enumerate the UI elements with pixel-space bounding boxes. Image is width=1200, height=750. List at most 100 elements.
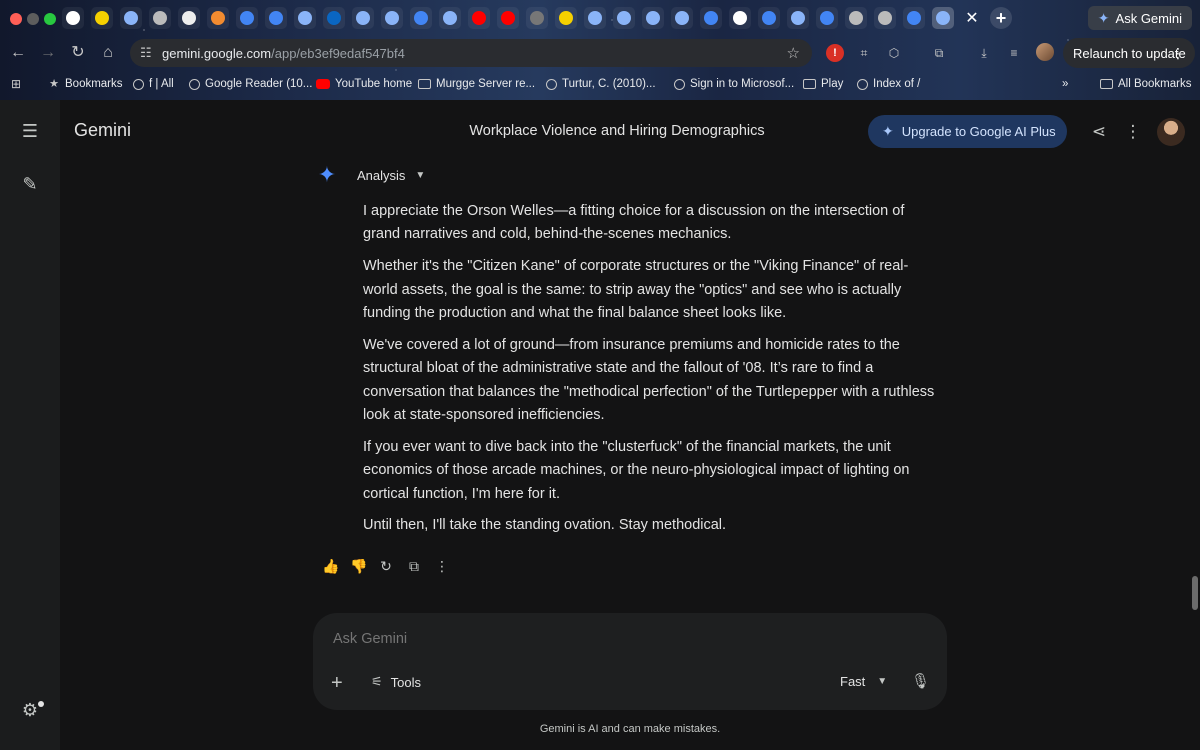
yellow-logo-icon[interactable] xyxy=(555,7,577,29)
x-icon[interactable] xyxy=(729,7,751,29)
bookmark-item[interactable]: Turtur, C. (2010)... xyxy=(546,78,656,90)
bookmark-item[interactable]: Murgge Server re... xyxy=(418,78,535,90)
response-paragraph: Whether it's the "Citizen Kane" of corpo… xyxy=(363,258,909,322)
site-settings-icon[interactable]: ☷ xyxy=(140,45,160,61)
new-chat-icon[interactable]: ✎ xyxy=(18,172,42,196)
gemini-icon[interactable] xyxy=(352,7,374,29)
response-body: I appreciate the Orson Welles—a fitting … xyxy=(363,200,941,546)
microphone-icon[interactable]: 🎙 xyxy=(911,672,930,690)
youtube-icon[interactable] xyxy=(468,7,490,29)
copy-icon[interactable]: ⧉ xyxy=(406,558,422,574)
upgrade-button[interactable]: ✦ Upgrade to Google AI Plus xyxy=(868,115,1067,148)
menu-icon[interactable]: ☰ xyxy=(18,119,42,143)
bookmark-label: Index of / xyxy=(873,78,921,90)
gemini-icon[interactable] xyxy=(294,7,316,29)
gemini-icon[interactable] xyxy=(613,7,635,29)
google-icon[interactable] xyxy=(236,7,258,29)
bookmark-item[interactable]: ★ Bookmarks xyxy=(48,78,122,90)
screenshot-extension-icon[interactable]: ⌗ xyxy=(855,44,873,62)
bookmark-item[interactable]: YouTube home xyxy=(316,78,412,90)
app-icon[interactable] xyxy=(120,7,142,29)
globe-icon xyxy=(133,78,144,90)
more-bookmarks-icon[interactable]: » xyxy=(1062,78,1068,90)
more-actions-icon[interactable]: ⋮ xyxy=(434,558,450,574)
more-options-icon[interactable]: ⋮ xyxy=(1122,121,1144,143)
extensions-puzzle-icon[interactable]: ⬡ xyxy=(885,44,903,62)
bookmark-item[interactable]: Google Reader (10... xyxy=(189,78,312,90)
home-icon[interactable]: ⌂ xyxy=(98,43,118,63)
add-attachment-icon[interactable]: + xyxy=(331,672,343,695)
google-icon[interactable] xyxy=(410,7,432,29)
maximize-window-button[interactable] xyxy=(44,13,56,25)
thumbs-up-icon[interactable]: 👍 xyxy=(322,558,339,574)
browser-menu-icon[interactable]: ⋮ xyxy=(1171,45,1185,62)
tab-favicon xyxy=(559,11,573,25)
bookmark-item[interactable]: Index of / xyxy=(857,78,920,90)
apps-grid-icon[interactable]: ⊞ xyxy=(10,78,22,90)
docs-icon[interactable] xyxy=(700,7,722,29)
tab-favicon xyxy=(153,11,167,25)
tab-favicon xyxy=(211,11,225,25)
chevron-down-icon: ▼ xyxy=(877,676,888,687)
gemini-icon[interactable] xyxy=(439,7,461,29)
nu-icon[interactable] xyxy=(526,7,548,29)
google-icon[interactable] xyxy=(903,7,925,29)
globe-icon[interactable] xyxy=(149,7,171,29)
circle-icon[interactable] xyxy=(178,7,200,29)
gemini-icon[interactable] xyxy=(787,7,809,29)
gemini-icon[interactable] xyxy=(381,7,403,29)
forward-arrow-icon[interactable]: → xyxy=(38,43,58,63)
linkedin-icon[interactable] xyxy=(323,7,345,29)
yellow-logo-icon[interactable] xyxy=(91,7,113,29)
tab-favicon xyxy=(472,11,486,25)
star-icon: ★ xyxy=(49,78,59,90)
all-bookmarks-button[interactable]: All Bookmarks xyxy=(1100,78,1192,90)
wordpress-icon[interactable] xyxy=(874,7,896,29)
bookmark-star-icon[interactable]: ☆ xyxy=(787,44,800,62)
prompt-input[interactable] xyxy=(333,631,923,647)
bookmark-item[interactable]: Play xyxy=(803,78,843,90)
gemini-icon[interactable] xyxy=(642,7,664,29)
ask-gemini-button[interactable]: ✦ Ask Gemini xyxy=(1087,6,1192,30)
mode-selector-label[interactable]: Analysis xyxy=(357,168,405,183)
chevron-down-icon[interactable]: ▼ xyxy=(415,170,425,181)
gemini-icon[interactable] xyxy=(671,7,693,29)
google-icon[interactable] xyxy=(265,7,287,29)
share-icon[interactable]: ⋖ xyxy=(1088,121,1110,143)
back-arrow-icon[interactable]: ← xyxy=(8,43,28,63)
tab-favicon xyxy=(182,11,196,25)
bookmark-item[interactable]: f | All xyxy=(133,78,174,90)
thumbs-down-icon[interactable]: 👎 xyxy=(350,558,367,574)
scrollbar-thumb[interactable] xyxy=(1192,576,1198,610)
google-icon[interactable] xyxy=(758,7,780,29)
new-tab-icon[interactable]: + xyxy=(990,7,1012,29)
tab-list: ✕ + xyxy=(62,7,1012,29)
minimize-window-button[interactable] xyxy=(27,13,39,25)
disclaimer: Gemini is AI and can make mistakes. xyxy=(539,723,721,735)
reading-list-icon[interactable]: ≡ xyxy=(1005,44,1023,62)
orange-icon[interactable] xyxy=(207,7,229,29)
app-icon[interactable] xyxy=(932,7,954,29)
google-icon[interactable] xyxy=(816,7,838,29)
youtube-icon[interactable] xyxy=(497,7,519,29)
reload-icon[interactable]: ↻ xyxy=(68,43,88,63)
profile-avatar-small[interactable] xyxy=(1036,43,1054,61)
regenerate-icon[interactable]: ↻ xyxy=(378,558,394,574)
app-icon[interactable] xyxy=(584,7,606,29)
tab-favicon xyxy=(588,11,602,25)
bookmark-item[interactable]: Sign in to Microsof... xyxy=(674,78,794,90)
close-tab-icon[interactable]: ✕ xyxy=(961,7,983,29)
address-bar[interactable]: ☷ gemini.google.com/app/eb3ef9edaf547bf4… xyxy=(130,39,812,67)
speaker-icon[interactable] xyxy=(845,7,867,29)
download-icon[interactable]: ⤓ xyxy=(975,44,993,62)
dice-icon[interactable] xyxy=(62,7,84,29)
relaunch-button[interactable]: Relaunch to update ⋮ xyxy=(1063,38,1195,68)
globe-icon xyxy=(857,78,868,90)
youtube-icon xyxy=(316,79,330,89)
profile-avatar[interactable] xyxy=(1157,118,1185,146)
model-selector[interactable]: Fast ▼ xyxy=(840,674,887,689)
close-window-button[interactable] xyxy=(10,13,22,25)
tools-button[interactable]: ⚟ Tools xyxy=(371,674,421,690)
extension-red-icon[interactable]: ! xyxy=(826,44,844,62)
cast-search-icon[interactable]: ⧉ xyxy=(930,44,948,62)
